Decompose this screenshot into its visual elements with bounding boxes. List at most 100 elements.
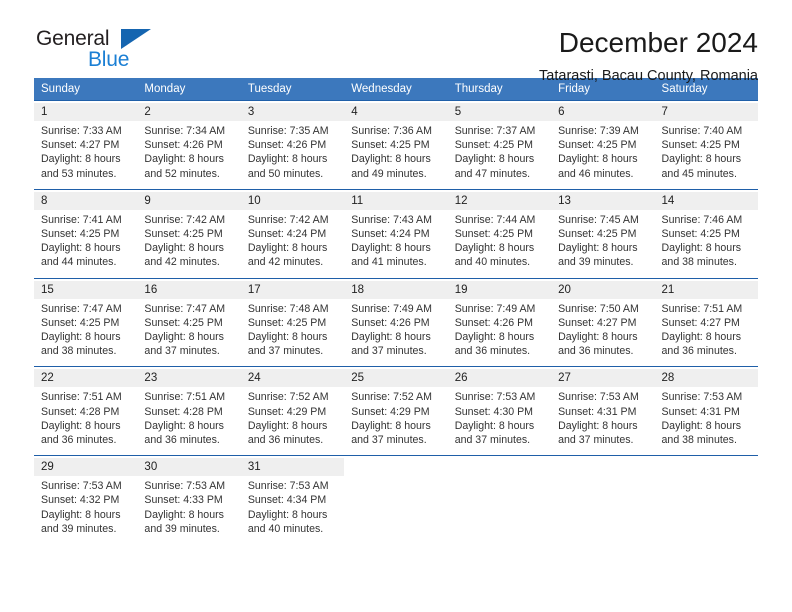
day-sunrise: Sunrise: 7:40 AM	[661, 125, 743, 137]
day-cell[interactable]: Sunrise: 7:47 AM Sunset: 4:25 PM Daylight:…	[34, 298, 138, 367]
day-cell[interactable]: Sunrise: 7:43 AM Sunset: 4:24 PM Daylight:…	[344, 209, 448, 279]
empty-day-cell	[447, 458, 552, 477]
day-cell[interactable]: Sunrise: 7:52 AM Sunset: 4:29 PM Daylight:…	[344, 387, 448, 456]
day-cell[interactable]: Sunrise: 7:53 AM Sunset: 4:32 PM Daylight:…	[34, 476, 138, 545]
day-cell[interactable]: Sunrise: 7:53 AM Sunset: 4:31 PM Daylight:…	[551, 387, 655, 456]
day-number[interactable]: 20	[551, 280, 655, 299]
day-cell[interactable]: Sunrise: 7:44 AM Sunset: 4:25 PM Daylight:…	[447, 209, 552, 279]
day-number[interactable]: 26	[447, 369, 552, 388]
day-daylight-line: and 42 minutes.	[144, 256, 220, 269]
day-daylight-line: Daylight: 8 hours	[661, 331, 742, 344]
week-detail-row: Sunrise: 7:41 AM Sunset: 4:25 PM Daylight:…	[34, 209, 758, 279]
day-sunrise: Sunrise: 7:47 AM	[144, 302, 226, 315]
day-cell[interactable]: Sunrise: 7:53 AM Sunset: 4:31 PM Daylight:…	[654, 387, 758, 456]
day-number[interactable]: 10	[240, 191, 345, 210]
day-cell[interactable]: Sunrise: 7:45 AM Sunset: 4:25 PM Daylight:…	[551, 209, 655, 279]
day-number[interactable]: 5	[447, 103, 552, 121]
day-cell[interactable]: Sunrise: 7:52 AM Sunset: 4:29 PM Daylight:…	[240, 387, 345, 456]
day-number[interactable]: 12	[447, 191, 552, 210]
day-daylight-line: Daylight: 8 hours	[351, 153, 431, 166]
day-cell[interactable]: Sunrise: 7:33 AM Sunset: 4:27 PM Daylight:…	[34, 121, 138, 190]
day-number[interactable]: 28	[654, 369, 758, 388]
general-blue-logo[interactable]: General Blue	[34, 26, 166, 76]
day-daylight-line: and 44 minutes.	[41, 256, 117, 269]
day-cell[interactable]: Sunrise: 7:35 AM Sunset: 4:26 PM Daylight:…	[240, 121, 345, 190]
day-sunrise: Sunrise: 7:44 AM	[454, 213, 536, 226]
day-number[interactable]: 7	[654, 103, 758, 121]
day-number[interactable]: 9	[137, 191, 241, 210]
day-number[interactable]: 8	[34, 191, 138, 210]
day-number[interactable]: 13	[551, 191, 655, 210]
day-number[interactable]: 19	[447, 280, 552, 299]
day-cell[interactable]: Sunrise: 7:48 AM Sunset: 4:25 PM Daylight:…	[240, 298, 345, 367]
day-number[interactable]: 21	[654, 280, 758, 299]
day-daylight-line: and 38 minutes.	[41, 345, 117, 358]
day-number[interactable]: 15	[34, 280, 138, 299]
day-number[interactable]: 18	[344, 280, 448, 299]
day-daylight-line: Daylight: 8 hours	[351, 331, 431, 344]
day-cell[interactable]: Sunrise: 7:50 AM Sunset: 4:27 PM Daylight:…	[551, 298, 655, 367]
empty-day-cell	[344, 476, 448, 545]
day-cell[interactable]: Sunrise: 7:53 AM Sunset: 4:33 PM Daylight:…	[137, 476, 241, 545]
day-number[interactable]: 1	[34, 103, 138, 121]
day-cell[interactable]: Sunrise: 7:34 AM Sunset: 4:26 PM Daylight:…	[137, 121, 241, 190]
day-number[interactable]: 22	[34, 369, 138, 388]
week-daynumber-row: 22 23 24 25 26 27 28	[34, 369, 758, 388]
day-number[interactable]: 17	[240, 280, 345, 299]
day-sunset: Sunset: 4:25 PM	[454, 139, 534, 152]
day-sunrise: Sunrise: 7:45 AM	[558, 213, 639, 226]
day-daylight-line: and 37 minutes.	[144, 345, 220, 358]
day-sunrise: Sunrise: 7:53 AM	[144, 480, 226, 493]
day-cell[interactable]: Sunrise: 7:51 AM Sunset: 4:27 PM Daylight:…	[654, 298, 758, 367]
day-sunset: Sunset: 4:27 PM	[661, 316, 740, 329]
day-cell[interactable]: Sunrise: 7:37 AM Sunset: 4:25 PM Daylight:…	[447, 121, 552, 190]
day-sunset: Sunset: 4:27 PM	[558, 316, 637, 329]
day-sunrise: Sunrise: 7:47 AM	[41, 302, 122, 315]
day-number[interactable]: 16	[137, 280, 241, 299]
day-sunrise: Sunrise: 7:33 AM	[41, 125, 122, 137]
day-daylight-line: and 42 minutes.	[247, 256, 324, 269]
day-number[interactable]: 14	[654, 191, 758, 210]
day-number[interactable]: 3	[240, 103, 345, 121]
day-daylight-line: Daylight: 8 hours	[454, 153, 535, 166]
day-cell[interactable]: Sunrise: 7:53 AM Sunset: 4:34 PM Daylight:…	[240, 476, 345, 545]
day-daylight-line: Daylight: 8 hours	[41, 419, 121, 432]
day-cell[interactable]: Sunrise: 7:51 AM Sunset: 4:28 PM Daylight:…	[34, 387, 138, 456]
day-daylight-line: Daylight: 8 hours	[247, 153, 328, 166]
day-daylight-line: and 36 minutes.	[41, 434, 117, 447]
day-number[interactable]: 6	[551, 103, 655, 121]
day-daylight-line: and 41 minutes.	[351, 256, 427, 269]
day-daylight-line: and 39 minutes.	[558, 256, 634, 269]
day-cell[interactable]: Sunrise: 7:39 AM Sunset: 4:25 PM Daylight:…	[551, 121, 655, 190]
day-number[interactable]: 23	[137, 369, 241, 388]
day-daylight-line: Daylight: 8 hours	[247, 419, 328, 432]
day-sunset: Sunset: 4:29 PM	[247, 405, 327, 418]
day-number[interactable]: 29	[34, 458, 138, 477]
day-cell[interactable]: Sunrise: 7:49 AM Sunset: 4:26 PM Daylight:…	[344, 298, 448, 367]
day-cell[interactable]: Sunrise: 7:40 AM Sunset: 4:25 PM Daylight:…	[654, 121, 758, 190]
day-number[interactable]: 4	[344, 103, 448, 121]
day-number[interactable]: 24	[240, 369, 345, 388]
day-cell[interactable]: Sunrise: 7:36 AM Sunset: 4:25 PM Daylight:…	[344, 121, 448, 190]
day-cell[interactable]: Sunrise: 7:46 AM Sunset: 4:25 PM Daylight:…	[654, 209, 758, 279]
day-cell[interactable]: Sunrise: 7:42 AM Sunset: 4:25 PM Daylight:…	[137, 209, 241, 279]
day-number[interactable]: 27	[551, 369, 655, 388]
day-cell[interactable]: Sunrise: 7:53 AM Sunset: 4:30 PM Daylight:…	[447, 387, 552, 456]
day-cell[interactable]: Sunrise: 7:47 AM Sunset: 4:25 PM Daylight:…	[137, 298, 241, 367]
day-cell[interactable]: Sunrise: 7:49 AM Sunset: 4:26 PM Daylight:…	[447, 298, 552, 367]
day-cell[interactable]: Sunrise: 7:51 AM Sunset: 4:28 PM Daylight:…	[137, 387, 241, 456]
day-sunset: Sunset: 4:27 PM	[41, 139, 120, 152]
day-sunrise: Sunrise: 7:53 AM	[558, 391, 639, 404]
day-daylight-line: and 36 minutes.	[144, 434, 220, 447]
day-daylight-line: Daylight: 8 hours	[144, 242, 224, 255]
day-number[interactable]: 11	[344, 191, 448, 210]
day-number[interactable]: 31	[240, 458, 345, 477]
day-cell[interactable]: Sunrise: 7:41 AM Sunset: 4:25 PM Daylight:…	[34, 209, 138, 279]
day-number[interactable]: 25	[344, 369, 448, 388]
day-sunset: Sunset: 4:26 PM	[247, 139, 327, 152]
day-number[interactable]: 30	[137, 458, 241, 477]
day-sunset: Sunset: 4:26 PM	[144, 139, 223, 152]
empty-day-cell	[447, 476, 552, 545]
day-cell[interactable]: Sunrise: 7:42 AM Sunset: 4:24 PM Daylight:…	[240, 209, 345, 279]
day-number[interactable]: 2	[137, 103, 241, 121]
